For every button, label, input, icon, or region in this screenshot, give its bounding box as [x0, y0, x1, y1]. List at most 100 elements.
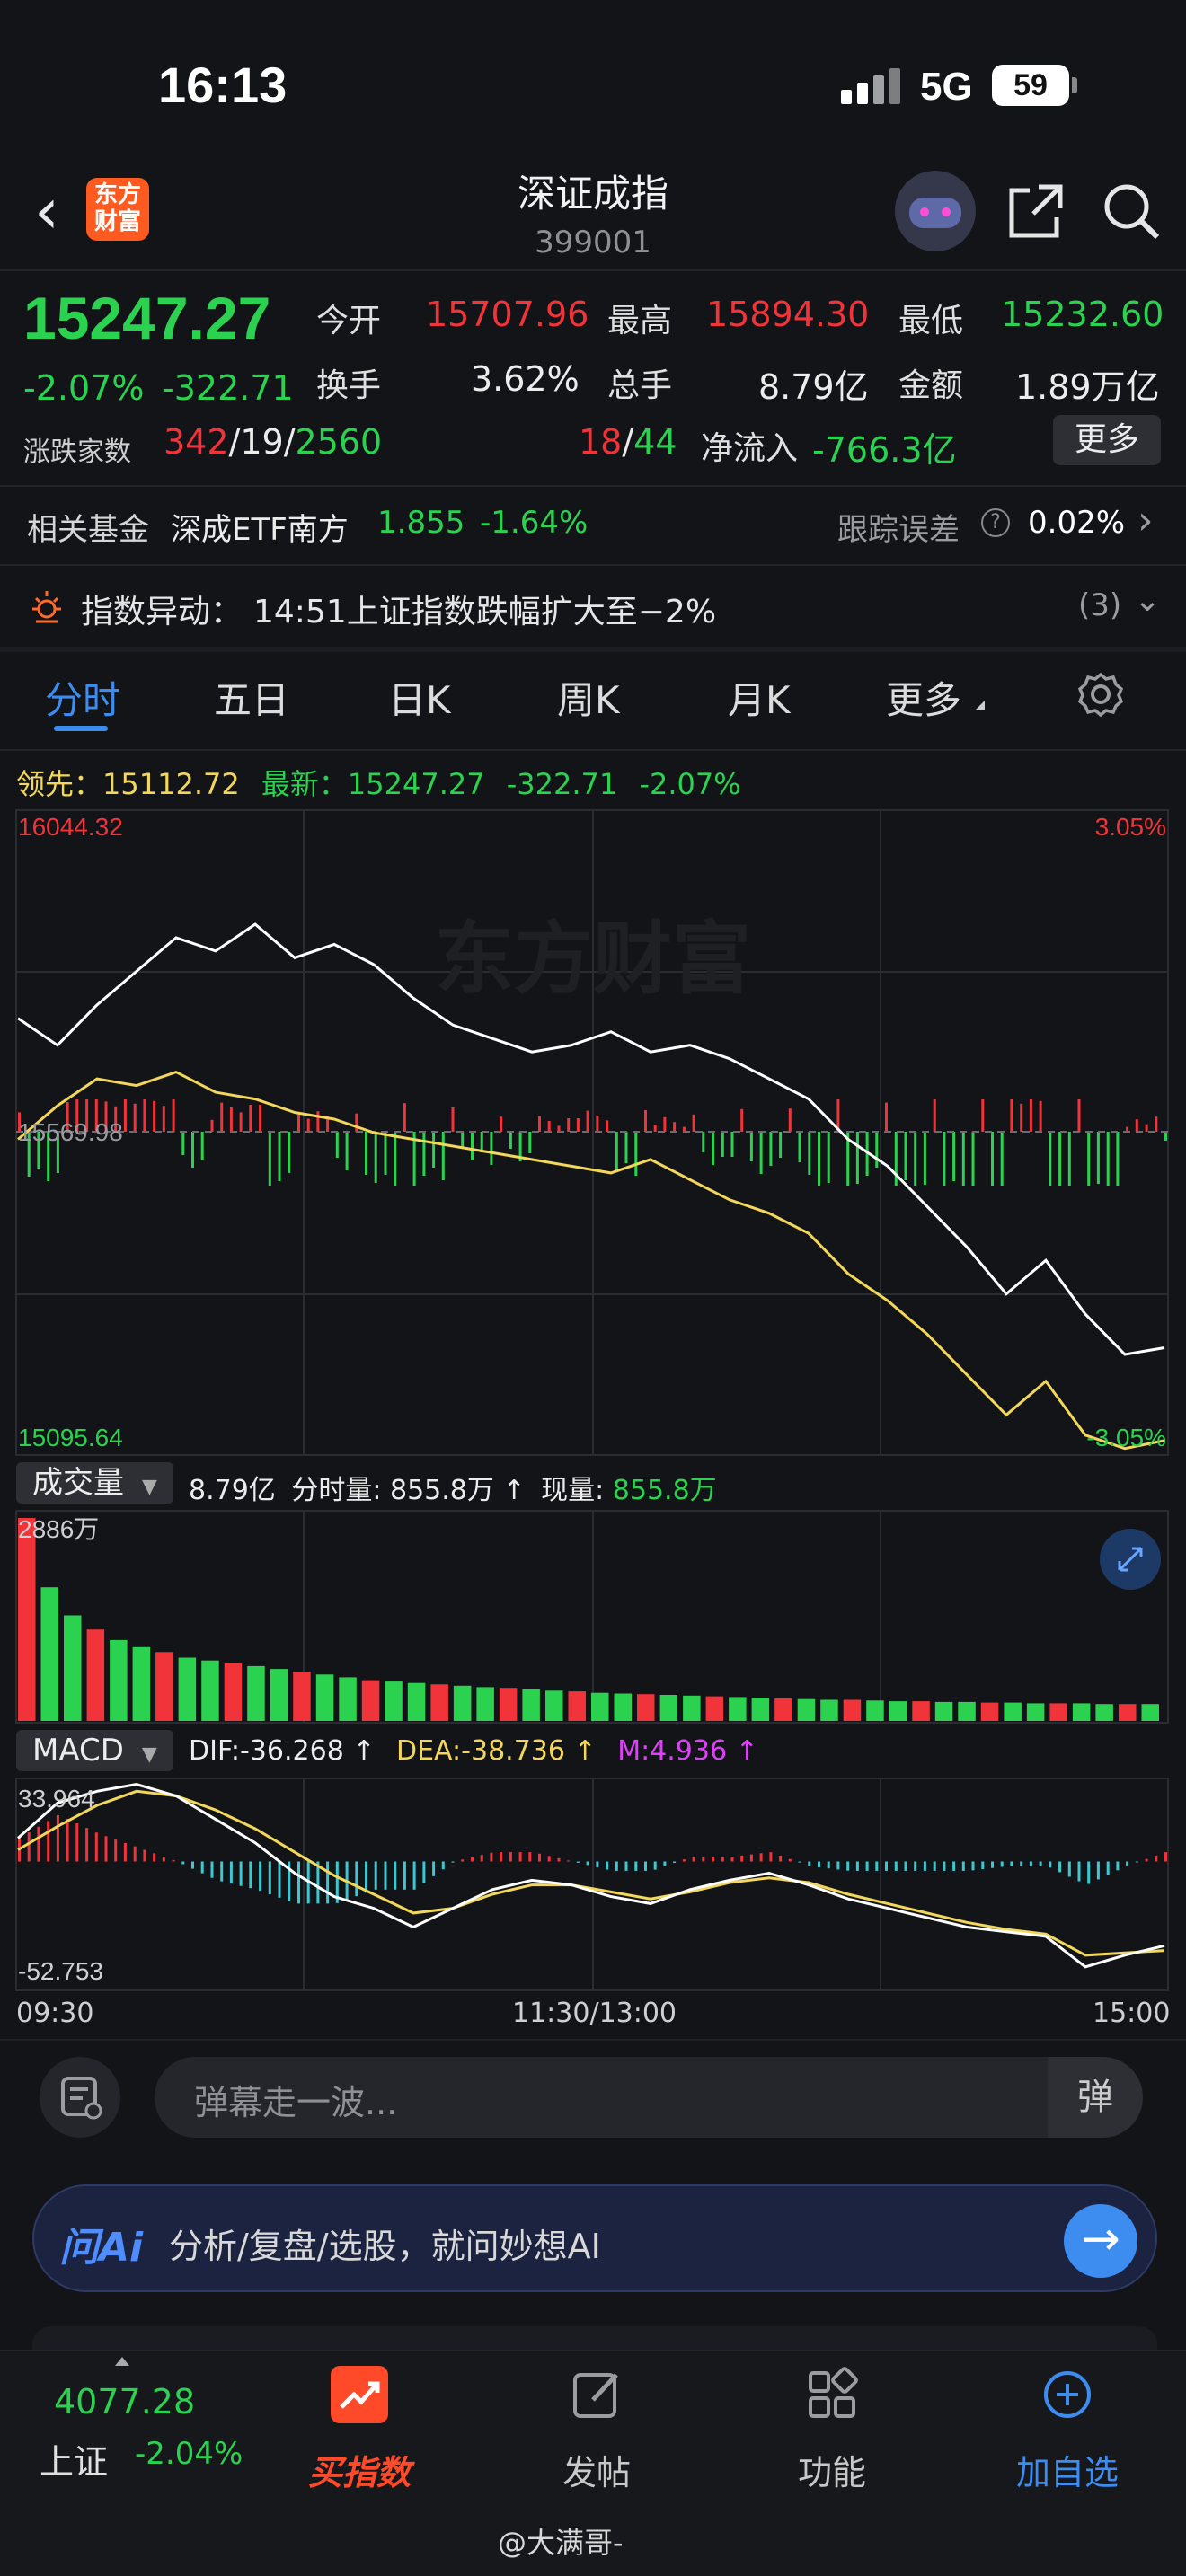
macd-bar [355, 1861, 358, 1897]
intraday-flow-bar [673, 1122, 677, 1132]
macd-bar [702, 1857, 705, 1862]
intraday-flow-bar [576, 1118, 580, 1132]
macd-bar [191, 1861, 194, 1869]
macd-bar [518, 1852, 522, 1862]
intraday-flow-bar [403, 1103, 406, 1132]
volume-info: 8.79亿 分时量: 855.8万 ↑ 现量: 855.8万 [189, 1475, 717, 1506]
macd-bar [422, 1861, 426, 1883]
intraday-flow-bar [904, 1132, 907, 1180]
breadth-values: 342/19/2560 [164, 422, 383, 462]
tab-weekly-k[interactable]: 周K [557, 670, 620, 725]
intraday-flow-bar [885, 1102, 888, 1132]
related-fund-row[interactable]: 相关基金 深成ETF南方 1.855 -1.64% 跟踪误差 ? 0.02% › [0, 487, 1186, 564]
intraday-flow-bar [143, 1099, 146, 1132]
volume-bar [958, 1701, 976, 1721]
tab-monthly-k[interactable]: 月K [728, 670, 791, 725]
nav-buy-index[interactable]: 买指数 [288, 2362, 431, 2506]
macd-bar [1087, 1861, 1091, 1884]
macd-selector[interactable]: MACD ▼ [16, 1730, 173, 1771]
intraday-flow-bar [153, 1100, 156, 1132]
volume-bar [614, 1693, 632, 1721]
intraday-flow-bar [451, 1107, 455, 1132]
volume-bar [18, 1518, 36, 1721]
intraday-flow-bar [335, 1132, 339, 1158]
nav-functions[interactable]: 功能 [760, 2362, 904, 2506]
volume-bar [453, 1685, 472, 1721]
macd-bar [596, 1861, 599, 1867]
macd-bar [471, 1857, 474, 1862]
intraday-flow-bar [239, 1112, 243, 1132]
intraday-flow-bar [749, 1132, 753, 1161]
intraday-flow-bar [663, 1116, 667, 1132]
watermark: 东方财富 [435, 914, 751, 1003]
macd-bar [432, 1861, 436, 1876]
index-alert-row[interactable]: 指数异动： 14:51上证指数跌幅扩大至−2% (3) ⌄ [0, 566, 1186, 647]
amount-value: 1.89万亿 [1015, 367, 1160, 407]
intraday-flow-bar [345, 1132, 349, 1170]
intraday-flow-bar [278, 1132, 281, 1181]
sh-index-value[interactable]: 4077.28 [54, 2382, 195, 2422]
nav-post[interactable]: 发帖 [525, 2362, 668, 2506]
network-type: 5G [920, 65, 973, 109]
volume-bar [86, 1629, 105, 1721]
macd-bar [653, 1861, 657, 1870]
tab-more[interactable]: 更多 [886, 670, 961, 725]
volume-selector[interactable]: 成交量 ▼ [16, 1462, 173, 1504]
macd-bar [808, 1861, 811, 1866]
macd-chart[interactable]: 33.964 -52.753 [0, 1777, 1186, 1992]
macd-bar [692, 1857, 695, 1862]
intraday-flow-bar [586, 1110, 589, 1132]
tab-daily-k[interactable]: 日K [388, 670, 451, 725]
intraday-flow-bar [441, 1132, 445, 1180]
tab-five-day[interactable]: 五日 [214, 670, 289, 725]
fund-pct: -1.64% [480, 505, 589, 541]
intraday-flow-bar [692, 1114, 695, 1132]
volume-bar [361, 1680, 380, 1721]
intraday-flow-bar [422, 1132, 426, 1176]
intraday-flow-bar [471, 1132, 474, 1160]
macd-bar [606, 1861, 609, 1870]
macd-bar [557, 1857, 561, 1862]
macd-bar [875, 1861, 879, 1871]
add-circle-icon [1044, 2371, 1091, 2418]
intraday-flow-bar [1029, 1099, 1032, 1132]
tab-intraday[interactable]: 分时 [45, 670, 120, 725]
intraday-flow-bar [365, 1132, 367, 1175]
help-icon[interactable]: ? [981, 508, 1010, 537]
macd-bar [547, 1856, 551, 1862]
settings-gear-icon[interactable] [1076, 670, 1125, 719]
sh-index-name[interactable]: 上证 [40, 2434, 108, 2483]
index-up-arrow-icon [115, 2357, 129, 2366]
macd-bar [104, 1836, 108, 1862]
macd-bar [162, 1857, 165, 1862]
ai-robot-icon[interactable] [895, 171, 976, 251]
danmu-toggle-button[interactable]: 弹 [1048, 2057, 1143, 2138]
intraday-flow-bar [914, 1132, 917, 1186]
intraday-price-chart[interactable]: 东方财富 16044.32 15569.98 15095.64 3.05% -3… [0, 807, 1186, 1459]
intraday-flow-bar [1096, 1132, 1100, 1184]
macd-bar [644, 1861, 647, 1871]
turnover-value: 3.62% [471, 359, 580, 399]
macd-bar [500, 1852, 503, 1862]
intraday-flow-bar [981, 1099, 985, 1132]
danmu-settings-button[interactable] [40, 2057, 120, 2138]
signal-icon [841, 68, 906, 104]
intraday-flow-bar [933, 1099, 936, 1132]
nav-add-watchlist[interactable]: 加自选 [996, 2362, 1139, 2506]
intraday-flow-bar [1010, 1099, 1013, 1132]
more-quote-button[interactable]: 更多 [1053, 415, 1161, 465]
high-value: 15894.30 [706, 295, 870, 334]
change-pct: -2.07% [23, 368, 145, 408]
grid-icon [809, 2367, 858, 2418]
open-value: 15707.96 [426, 295, 589, 334]
intraday-flow-bar [606, 1120, 609, 1132]
macd-bar [1039, 1861, 1042, 1866]
ai-go-button[interactable]: → [1064, 2204, 1137, 2278]
macd-bar [1010, 1861, 1013, 1866]
volume-chart[interactable]: 2886万 [0, 1509, 1186, 1725]
macd-bar [567, 1860, 571, 1862]
macd-bar [634, 1861, 638, 1871]
sh-index-pct[interactable]: -2.04% [135, 2436, 243, 2472]
share-icon[interactable] [1003, 178, 1069, 244]
search-icon[interactable] [1098, 178, 1164, 244]
